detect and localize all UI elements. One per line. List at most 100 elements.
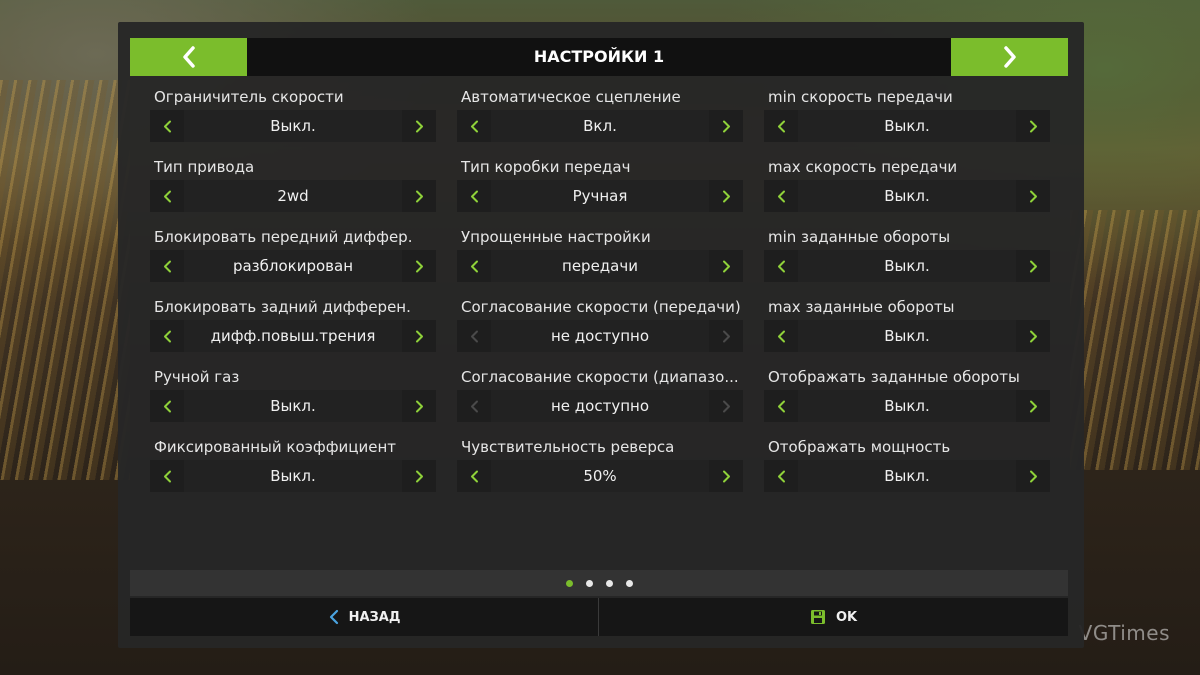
- decrease-value-button[interactable]: [764, 460, 798, 492]
- back-button-label: НАЗАД: [348, 609, 401, 625]
- value-selector[interactable]: Выкл.: [764, 320, 1050, 352]
- increase-value-button[interactable]: [402, 390, 436, 422]
- page-dot[interactable]: [605, 579, 613, 587]
- increase-value-button[interactable]: [709, 460, 743, 492]
- setting-item: Отображать мощность Выкл.: [764, 436, 1050, 506]
- chevron-left-icon: [777, 260, 785, 272]
- page-dot[interactable]: [585, 579, 593, 587]
- setting-label: Тип привода: [154, 158, 255, 176]
- value-selector[interactable]: разблокирован: [150, 250, 436, 282]
- chevron-left-icon: [182, 46, 195, 68]
- decrease-value-button[interactable]: [764, 110, 798, 142]
- value-selector[interactable]: Ручная: [457, 180, 743, 212]
- next-page-button[interactable]: [951, 38, 1068, 76]
- increase-value-button[interactable]: [402, 460, 436, 492]
- setting-item: Упрощенные настройки передачи: [457, 226, 743, 296]
- decrease-value-button[interactable]: [150, 390, 184, 422]
- increase-value-button[interactable]: [1016, 180, 1050, 212]
- decrease-value-button[interactable]: [150, 110, 184, 142]
- prev-page-button[interactable]: [130, 38, 247, 76]
- increase-value-button[interactable]: [709, 180, 743, 212]
- increase-value-button[interactable]: [402, 320, 436, 352]
- value-selector[interactable]: Выкл.: [764, 390, 1050, 422]
- decrease-value-button[interactable]: [764, 320, 798, 352]
- chevron-right-icon: [415, 190, 423, 202]
- page-dot[interactable]: [625, 579, 633, 587]
- setting-value: дифф.повыш.трения: [184, 320, 402, 352]
- setting-item: Согласование скорости (диапазо... не дост…: [457, 366, 743, 436]
- save-floppy-icon: [810, 610, 825, 624]
- decrease-value-button[interactable]: [457, 250, 491, 282]
- setting-label: Тип коробки передач: [461, 158, 631, 176]
- decrease-value-button[interactable]: [457, 460, 491, 492]
- chevron-left-icon: [163, 330, 171, 342]
- setting-label: Ручной газ: [154, 368, 240, 386]
- decrease-value-button[interactable]: [457, 110, 491, 142]
- chevron-right-icon: [1029, 400, 1037, 412]
- setting-label: Согласование скорости (диапазо...: [461, 368, 739, 386]
- chevron-right-icon: [1029, 470, 1037, 482]
- setting-label: Ограничитель скорости: [154, 88, 344, 106]
- chevron-left-icon: [163, 400, 171, 412]
- increase-value-button[interactable]: [1016, 460, 1050, 492]
- chevron-left-icon: [470, 330, 478, 342]
- increase-value-button[interactable]: [709, 250, 743, 282]
- decrease-value-button[interactable]: [150, 320, 184, 352]
- chevron-right-icon: [1003, 46, 1016, 68]
- decrease-value-button[interactable]: [150, 460, 184, 492]
- decrease-value-button[interactable]: [764, 180, 798, 212]
- page-indicator: [130, 570, 1068, 596]
- value-selector[interactable]: дифф.повыш.трения: [150, 320, 436, 352]
- increase-value-button: [709, 390, 743, 422]
- increase-value-button[interactable]: [402, 250, 436, 282]
- value-selector[interactable]: Выкл.: [764, 180, 1050, 212]
- value-selector[interactable]: Выкл.: [150, 390, 436, 422]
- value-selector[interactable]: передачи: [457, 250, 743, 282]
- chevron-left-icon: [163, 120, 171, 132]
- increase-value-button[interactable]: [709, 110, 743, 142]
- setting-value: Выкл.: [798, 460, 1016, 492]
- value-selector[interactable]: Выкл.: [764, 460, 1050, 492]
- increase-value-button[interactable]: [1016, 250, 1050, 282]
- setting-value: не доступно: [491, 320, 709, 352]
- decrease-value-button[interactable]: [764, 390, 798, 422]
- setting-label: min скорость передачи: [768, 88, 953, 106]
- value-selector[interactable]: Выкл.: [150, 110, 436, 142]
- setting-item: Тип коробки передач Ручная: [457, 156, 743, 226]
- chevron-left-icon: [777, 120, 785, 132]
- setting-value: Выкл.: [184, 460, 402, 492]
- chevron-left-icon: [470, 190, 478, 202]
- page-dot[interactable]: [565, 579, 573, 587]
- value-selector[interactable]: Вкл.: [457, 110, 743, 142]
- chevron-left-icon: [470, 400, 478, 412]
- chevron-left-icon: [163, 260, 171, 272]
- back-button[interactable]: НАЗАД: [130, 598, 599, 636]
- setting-value: не доступно: [491, 390, 709, 422]
- value-selector[interactable]: Выкл.: [150, 460, 436, 492]
- chevron-right-icon: [722, 120, 730, 132]
- decrease-value-button[interactable]: [764, 250, 798, 282]
- setting-value: Ручная: [491, 180, 709, 212]
- value-selector[interactable]: Выкл.: [764, 110, 1050, 142]
- setting-value: разблокирован: [184, 250, 402, 282]
- ok-button[interactable]: OK: [598, 598, 1068, 636]
- increase-value-button[interactable]: [1016, 320, 1050, 352]
- increase-value-button[interactable]: [1016, 110, 1050, 142]
- setting-value: передачи: [491, 250, 709, 282]
- value-selector[interactable]: 50%: [457, 460, 743, 492]
- increase-value-button[interactable]: [402, 110, 436, 142]
- setting-label: Блокировать задний дифферен.: [154, 298, 411, 316]
- increase-value-button[interactable]: [1016, 390, 1050, 422]
- setting-value: Выкл.: [184, 390, 402, 422]
- decrease-value-button[interactable]: [457, 180, 491, 212]
- increase-value-button[interactable]: [402, 180, 436, 212]
- setting-label: Отображать мощность: [768, 438, 951, 456]
- setting-label: min заданные обороты: [768, 228, 951, 246]
- setting-item: Ограничитель скорости Выкл.: [150, 86, 436, 156]
- value-selector[interactable]: Выкл.: [764, 250, 1050, 282]
- value-selector[interactable]: 2wd: [150, 180, 436, 212]
- decrease-value-button[interactable]: [150, 180, 184, 212]
- chevron-right-icon: [722, 190, 730, 202]
- decrease-value-button[interactable]: [150, 250, 184, 282]
- setting-label: Автоматическое сцепление: [461, 88, 681, 106]
